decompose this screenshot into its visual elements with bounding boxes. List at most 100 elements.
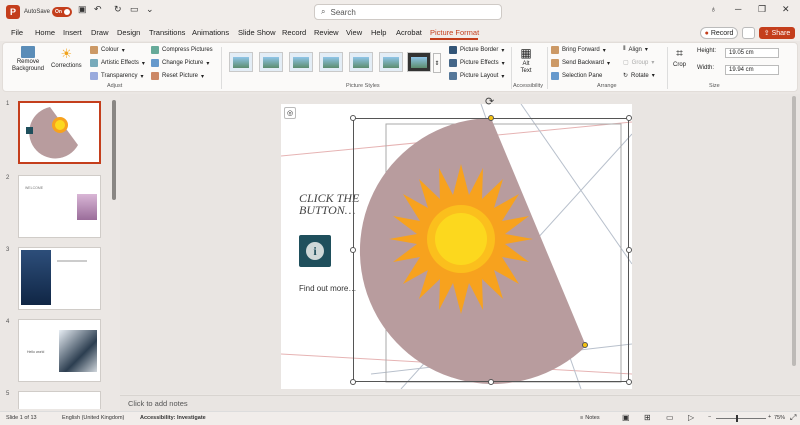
notes-button[interactable]: ≡ Notes — [580, 415, 600, 421]
find-out-more-link[interactable]: Find out more… — [299, 284, 356, 293]
transparency-button[interactable]: Transparency ▾ — [90, 72, 143, 80]
picture-effects-button[interactable]: Picture Effects ▾ — [449, 59, 505, 67]
resize-handle-bottom-left[interactable] — [350, 379, 356, 385]
send-backward-button[interactable]: Send Backward ▾ — [551, 59, 610, 67]
align-button[interactable]: ⫴ Align ▾ — [623, 46, 648, 53]
picture-border-button[interactable]: Picture Border ▾ — [449, 46, 504, 54]
styles-more-icon[interactable]: ⇕ — [433, 53, 441, 73]
picture-style-7[interactable] — [407, 52, 431, 72]
info-button[interactable]: i — [299, 235, 331, 267]
crop-button[interactable]: ⌗ Crop — [673, 46, 686, 68]
width-input[interactable]: 19.94 cm — [725, 65, 779, 75]
tab-view[interactable]: View — [346, 28, 362, 37]
zoom-in-icon[interactable]: + — [768, 414, 771, 420]
picture-style-6[interactable] — [379, 52, 403, 72]
shape-adjust-handle[interactable] — [488, 115, 494, 121]
corrections-button[interactable]: ☀ Corrections — [51, 46, 82, 69]
tab-record[interactable]: Record — [282, 28, 306, 37]
tab-slide-show[interactable]: Slide Show — [238, 28, 276, 37]
tab-design[interactable]: Design — [117, 28, 140, 37]
canvas-scrollbar[interactable] — [792, 96, 796, 366]
tab-transitions[interactable]: Transitions — [149, 28, 185, 37]
reset-picture-label: Reset Picture — [162, 73, 199, 79]
tab-draw[interactable]: Draw — [91, 28, 109, 37]
slide-thumbnail-5[interactable] — [18, 391, 101, 409]
present-icon[interactable]: ▭ — [130, 4, 139, 15]
share-button[interactable]: ⇪ Share — [759, 27, 795, 39]
reset-picture-button[interactable]: Reset Picture ▾ — [151, 72, 204, 80]
comments-icon[interactable] — [742, 27, 755, 39]
tab-help[interactable]: Help — [371, 28, 386, 37]
picture-style-2[interactable] — [259, 52, 283, 72]
alt-text-label: Alt Text — [520, 61, 532, 74]
colour-button[interactable]: Colour ▾ — [90, 46, 125, 54]
accessibility-status[interactable]: Accessibility: Investigate — [140, 415, 206, 421]
slide-thumbnail-3[interactable] — [18, 247, 101, 310]
lightbulb-icon[interactable]: ♁ — [710, 4, 717, 14]
slide-thumbnail-2[interactable]: WELCOME — [18, 175, 101, 238]
picture-style-3[interactable] — [289, 52, 313, 72]
zoom-out-icon[interactable]: − — [708, 414, 711, 420]
resize-handle-bottom-right[interactable] — [626, 379, 632, 385]
tab-acrobat[interactable]: Acrobat — [396, 28, 422, 37]
tab-review[interactable]: Review — [314, 28, 339, 37]
picture-layout-button[interactable]: Picture Layout ▾ — [449, 72, 504, 80]
resize-handle-right[interactable] — [626, 247, 632, 253]
compress-pictures-button[interactable]: Compress Pictures — [151, 46, 213, 54]
slide-thumbnail-4[interactable]: Hello world — [18, 319, 101, 382]
artistic-effects-label: Artistic Effects — [101, 60, 139, 66]
slide-thumbnail-1[interactable] — [18, 101, 101, 164]
restore-icon[interactable]: ❐ — [758, 4, 766, 15]
picture-style-5[interactable] — [349, 52, 373, 72]
undo-icon[interactable]: ↶ — [94, 4, 102, 15]
shape-adjust-handle[interactable] — [582, 342, 588, 348]
ribbon-separator — [511, 47, 512, 89]
resize-handle-top-right[interactable] — [626, 115, 632, 121]
tab-animations[interactable]: Animations — [192, 28, 229, 37]
artistic-effects-button[interactable]: Artistic Effects ▾ — [90, 59, 145, 67]
zoom-slider-thumb[interactable] — [736, 415, 738, 422]
close-icon[interactable]: ✕ — [782, 4, 790, 15]
slideshow-icon[interactable]: ▷ — [688, 413, 694, 422]
save-icon[interactable]: ▣ — [78, 4, 87, 15]
thumbnail-scrollbar[interactable] — [112, 100, 116, 200]
group-button[interactable]: ▢ Group ▾ — [623, 59, 654, 67]
height-input[interactable]: 19.05 cm — [725, 48, 779, 58]
resize-handle-left[interactable] — [350, 247, 356, 253]
tab-insert[interactable]: Insert — [63, 28, 82, 37]
zoom-level[interactable]: 75% — [774, 415, 785, 421]
notes-placeholder[interactable]: Click to add notes — [128, 399, 188, 408]
resize-handle-top-left[interactable] — [350, 115, 356, 121]
zoom-slider[interactable] — [716, 418, 766, 419]
reading-view-icon[interactable]: ▭ — [666, 413, 674, 422]
tab-home[interactable]: Home — [35, 28, 55, 37]
alt-text-button[interactable]: ▦ Alt Text — [519, 46, 533, 75]
corrections-label: Corrections — [51, 63, 82, 69]
slide-sorter-icon[interactable]: ⊞ — [644, 413, 651, 422]
rotate-handle-icon[interactable]: ⟳ — [485, 95, 494, 108]
selection-pane-button[interactable]: Selection Pane — [551, 72, 602, 80]
change-picture-button[interactable]: Change Picture ▾ — [151, 59, 209, 67]
tab-picture-format[interactable]: Picture Format — [430, 28, 479, 37]
redo-icon[interactable]: ↻ — [114, 4, 122, 15]
customize-toolbar-icon[interactable]: ⌄ — [146, 4, 154, 15]
tab-file[interactable]: File — [11, 28, 23, 37]
language-indicator[interactable]: English (United Kingdom) — [62, 415, 124, 421]
record-button[interactable]: ● Record — [700, 27, 738, 39]
picture-styles-group-label: Picture Styles — [346, 83, 380, 89]
minimize-icon[interactable]: ─ — [735, 4, 741, 14]
designer-icon[interactable]: ◎ — [284, 107, 296, 119]
search-box[interactable]: ⌕ Search — [314, 4, 502, 20]
rotate-button[interactable]: ↻ Rotate ▾ — [623, 72, 655, 80]
fit-to-window-icon[interactable]: ⤢ — [790, 413, 796, 423]
autosave-toggle[interactable]: On — [52, 7, 72, 17]
width-label: Width: — [697, 65, 715, 71]
bring-forward-button[interactable]: Bring Forward ▾ — [551, 46, 606, 54]
resize-handle-bottom[interactable] — [488, 379, 494, 385]
notes-pane[interactable] — [120, 395, 800, 411]
picture-style-1[interactable] — [229, 52, 253, 72]
remove-background-button[interactable]: Remove Background — [12, 46, 44, 73]
record-icon: ● — [704, 29, 709, 37]
picture-style-4[interactable] — [319, 52, 343, 72]
normal-view-icon[interactable]: ▣ — [622, 413, 630, 422]
